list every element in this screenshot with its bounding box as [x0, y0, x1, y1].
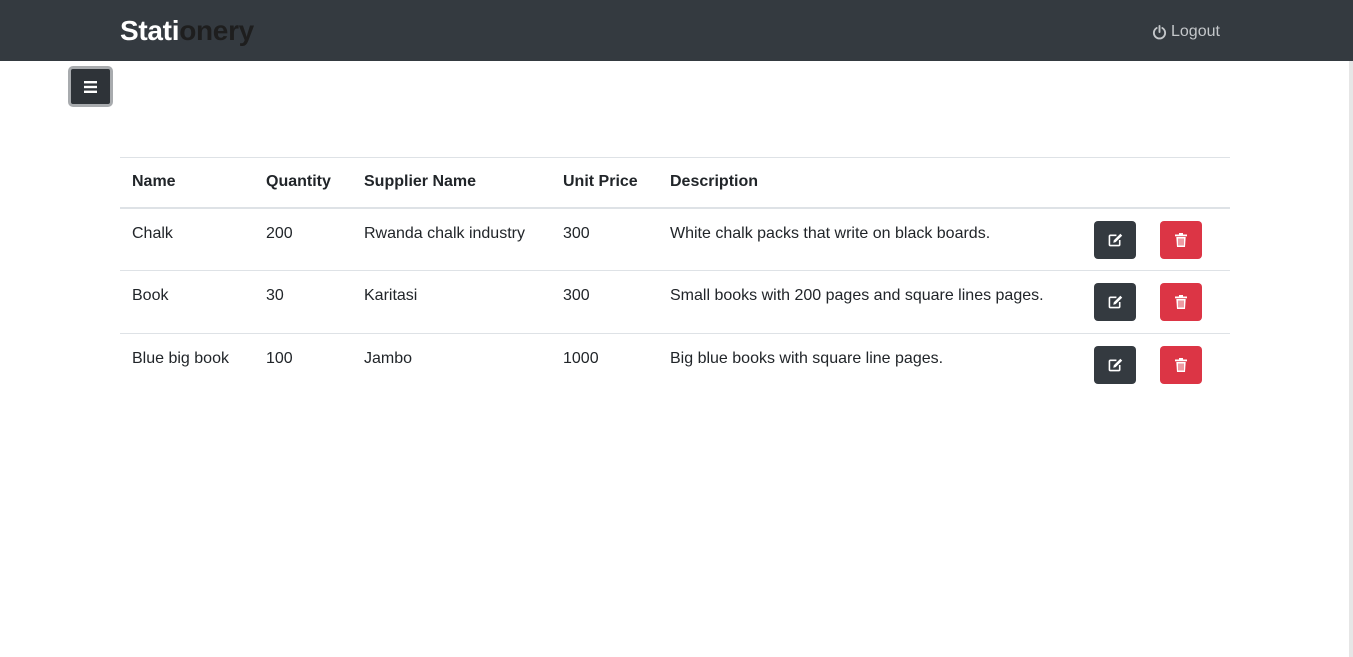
column-header-unit-price: Unit Price — [563, 173, 638, 191]
top-navbar: Stationery Logout — [0, 0, 1353, 61]
column-header-name: Name — [132, 173, 176, 191]
edit-button[interactable] — [1094, 283, 1136, 321]
brand-logo[interactable]: Stationery — [120, 13, 254, 49]
table-row: Book 30 Karitasi 300 Small books with 20… — [120, 271, 1230, 334]
cell-quantity: 100 — [266, 350, 293, 367]
cell-supplier: Karitasi — [364, 287, 418, 304]
column-header-quantity: Quantity — [266, 173, 331, 191]
page-scrollbar[interactable] — [1349, 61, 1353, 657]
cell-supplier: Rwanda chalk industry — [364, 224, 525, 242]
column-header-actions — [1087, 158, 1230, 208]
cell-unit-price: 1000 — [563, 350, 599, 367]
trash-icon — [1175, 232, 1187, 247]
cell-actions — [1087, 334, 1230, 397]
cell-supplier: Jambo — [364, 350, 413, 367]
sidebar-toggle-button[interactable] — [68, 66, 113, 107]
trash-icon — [1175, 358, 1187, 372]
stationery-table-container: Name Quantity Supplier Name Unit Price D… — [120, 157, 1230, 397]
brand-part-dark: onery — [179, 15, 254, 46]
brand-part-light: Stati — [120, 15, 180, 46]
column-header-description: Description — [670, 173, 759, 191]
edit-icon — [1108, 233, 1122, 246]
delete-button[interactable] — [1160, 220, 1202, 259]
cell-unit-price: 300 — [563, 224, 590, 242]
edit-icon — [1108, 358, 1122, 372]
logout-link[interactable]: Logout — [1152, 21, 1220, 43]
cell-name: Book — [132, 287, 169, 304]
edit-icon — [1108, 295, 1122, 309]
cell-description: Small books with 200 pages and square li… — [670, 287, 1044, 304]
power-icon — [1152, 24, 1167, 39]
edit-button[interactable] — [1094, 220, 1136, 259]
logout-label: Logout — [1171, 23, 1220, 40]
cell-actions — [1087, 208, 1230, 271]
trash-icon — [1175, 295, 1187, 309]
cell-quantity: 200 — [266, 224, 293, 242]
cell-name: Chalk — [132, 224, 173, 242]
hamburger-icon — [84, 80, 97, 93]
edit-button[interactable] — [1094, 346, 1136, 384]
cell-actions — [1087, 271, 1230, 334]
cell-name: Blue big book — [132, 350, 229, 367]
cell-unit-price: 300 — [563, 287, 590, 304]
cell-description: White chalk packs that write on black bo… — [670, 224, 991, 242]
column-header-supplier-name: Supplier Name — [364, 173, 477, 191]
delete-button[interactable] — [1160, 346, 1202, 384]
table-row: Chalk 200 Rwanda chalk industry 300 Whit… — [120, 208, 1230, 271]
table-row: Blue big book 100 Jambo 1000 Big blue bo… — [120, 334, 1230, 397]
delete-button[interactable] — [1160, 283, 1202, 321]
stationery-table: Name Quantity Supplier Name Unit Price D… — [120, 157, 1230, 397]
cell-description: Big blue books with square line pages. — [670, 350, 944, 367]
cell-quantity: 30 — [266, 287, 284, 304]
table-header-row: Name Quantity Supplier Name Unit Price D… — [120, 157, 1230, 208]
